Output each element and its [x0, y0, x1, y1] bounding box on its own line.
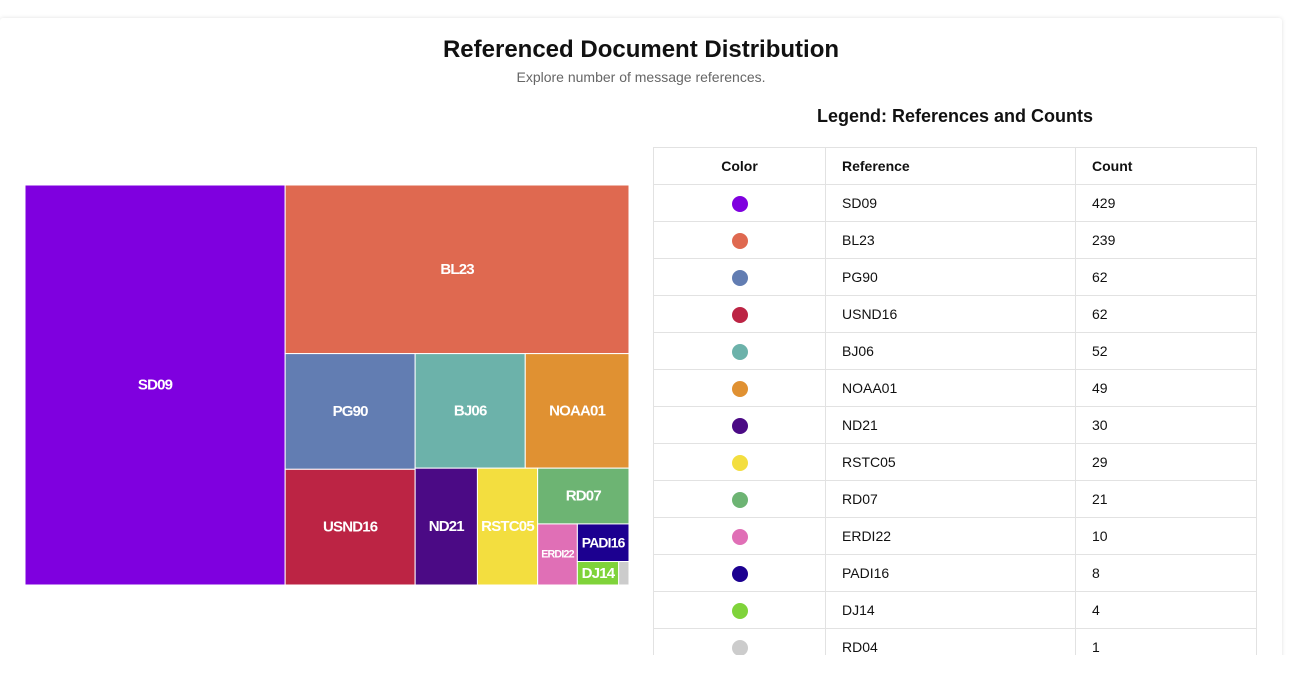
color-swatch-usnd16	[731, 306, 748, 323]
legend-reference: RD07	[825, 480, 1076, 518]
treemap-label-usnd16: USND16	[323, 519, 378, 536]
legend-row-pg90: PG90 62	[653, 258, 1257, 296]
treemap-cell-bl23[interactable]: BL23	[284, 184, 630, 355]
legend-color-cell	[653, 369, 826, 407]
legend-reference: PG90	[825, 258, 1076, 296]
legend-reference: BJ06	[825, 332, 1076, 370]
treemap-label-padi16: PADI16	[582, 535, 626, 551]
treemap-chart: SD09 BL23 PG90 USND16 BJ06 NOAA01 ND21 RSTC05 RD…	[24, 184, 630, 586]
legend-header-color: Color	[653, 147, 826, 185]
treemap-cell-rd07[interactable]: RD07	[537, 467, 630, 525]
legend-count: 8	[1075, 554, 1257, 592]
page-bottom	[0, 655, 1289, 700]
treemap-label-nd21: ND21	[429, 518, 465, 535]
legend-count: 10	[1075, 517, 1257, 555]
legend-color-cell	[653, 480, 826, 518]
color-swatch-bj06	[731, 343, 748, 360]
color-swatch-erdi22	[731, 528, 748, 545]
color-swatch-rd04	[731, 639, 748, 656]
treemap-cell-erdi22[interactable]: ERDI22	[537, 523, 578, 586]
color-swatch-rstc05	[731, 454, 748, 471]
legend-row-nd21: ND21 30	[653, 406, 1257, 444]
legend-count: 49	[1075, 369, 1257, 407]
legend-color-cell	[653, 184, 826, 222]
color-swatch-rd07	[731, 491, 748, 508]
legend-header-row: Color Reference Count	[653, 147, 1257, 185]
legend-reference: BL23	[825, 221, 1076, 259]
treemap-label-pg90: PG90	[333, 403, 369, 420]
treemap-cell-rstc05[interactable]: RSTC05	[476, 467, 539, 586]
treemap-cell-padi16[interactable]: PADI16	[576, 523, 630, 563]
page-subtitle: Explore number of message references.	[516, 69, 766, 85]
legend-count: 62	[1075, 295, 1257, 333]
color-swatch-noaa01	[731, 380, 748, 397]
treemap-cell-sd09[interactable]: SD09	[24, 184, 286, 586]
treemap-cell-noaa01[interactable]: NOAA01	[524, 353, 630, 469]
legend-row-bj06: BJ06 52	[653, 332, 1257, 370]
legend-row-dj14: DJ14 4	[653, 591, 1257, 629]
color-swatch-sd09	[731, 195, 748, 212]
treemap-label-dj14: DJ14	[582, 565, 616, 582]
legend-header-reference: Reference	[825, 147, 1076, 185]
treemap-cell-rd04[interactable]	[618, 561, 630, 586]
legend-color-cell	[653, 443, 826, 481]
color-swatch-dj14	[731, 602, 748, 619]
legend-row-noaa01: NOAA01 49	[653, 369, 1257, 407]
legend-reference: SD09	[825, 184, 1076, 222]
legend-row-rd07: RD07 21	[653, 480, 1257, 518]
legend-reference: USND16	[825, 295, 1076, 333]
legend-count: 29	[1075, 443, 1257, 481]
legend-reference: RSTC05	[825, 443, 1076, 481]
legend-row-usnd16: USND16 62	[653, 295, 1257, 333]
treemap-cell-pg90[interactable]: PG90	[284, 353, 416, 470]
color-swatch-padi16	[731, 565, 748, 582]
treemap-label-noaa01: NOAA01	[549, 402, 606, 419]
treemap-label-rd07: RD07	[566, 488, 602, 505]
legend-color-cell	[653, 591, 826, 629]
treemap-label-rstc05: RSTC05	[481, 518, 534, 535]
legend-color-cell	[653, 406, 826, 444]
legend-row-padi16: PADI16 8	[653, 554, 1257, 592]
legend-count: 21	[1075, 480, 1257, 518]
legend-count: 4	[1075, 591, 1257, 629]
legend-color-cell	[653, 258, 826, 296]
page-title: Referenced Document Distribution	[442, 36, 840, 63]
legend-count: 429	[1075, 184, 1257, 222]
treemap-cell-dj14[interactable]: DJ14	[576, 561, 620, 586]
color-swatch-bl23	[731, 232, 748, 249]
legend-header-count: Count	[1075, 147, 1257, 185]
legend-row-rstc05: RSTC05 29	[653, 443, 1257, 481]
treemap-cell-bj06[interactable]: BJ06	[414, 353, 526, 469]
legend-count: 30	[1075, 406, 1257, 444]
treemap-cell-nd21[interactable]: ND21	[414, 467, 478, 586]
treemap-cell-usnd16[interactable]: USND16	[284, 468, 416, 586]
legend-color-cell	[653, 554, 826, 592]
legend-reference: NOAA01	[825, 369, 1076, 407]
legend-reference: ND21	[825, 406, 1076, 444]
legend-row-bl23: BL23 239	[653, 221, 1257, 259]
treemap-label-erdi22: ERDI22	[541, 548, 574, 560]
treemap-label-sd09: SD09	[138, 377, 173, 394]
treemap-label-bj06: BJ06	[454, 402, 487, 419]
legend-color-cell	[653, 517, 826, 555]
legend-color-cell	[653, 332, 826, 370]
legend-count: 239	[1075, 221, 1257, 259]
treemap-rect-rd04[interactable]	[618, 561, 630, 586]
legend-reference: DJ14	[825, 591, 1076, 629]
legend-color-cell	[653, 221, 826, 259]
legend-title: Legend: References and Counts	[816, 106, 1094, 126]
legend-reference: PADI16	[825, 554, 1076, 592]
legend-row-sd09: SD09 429	[653, 184, 1257, 222]
treemap-label-bl23: BL23	[440, 261, 474, 278]
legend-row-erdi22: ERDI22 10	[653, 517, 1257, 555]
legend-count: 52	[1075, 332, 1257, 370]
legend-reference: ERDI22	[825, 517, 1076, 555]
legend-body: SD09 429 BL23 239 PG90 62 USND16 62 BJ06 52 NOAA01…	[653, 184, 1257, 666]
legend-table: Color Reference Count SD09 429 BL23 239 PG90…	[653, 147, 1257, 666]
color-swatch-pg90	[731, 269, 748, 286]
legend-count: 62	[1075, 258, 1257, 296]
color-swatch-nd21	[731, 417, 748, 434]
legend-color-cell	[653, 295, 826, 333]
